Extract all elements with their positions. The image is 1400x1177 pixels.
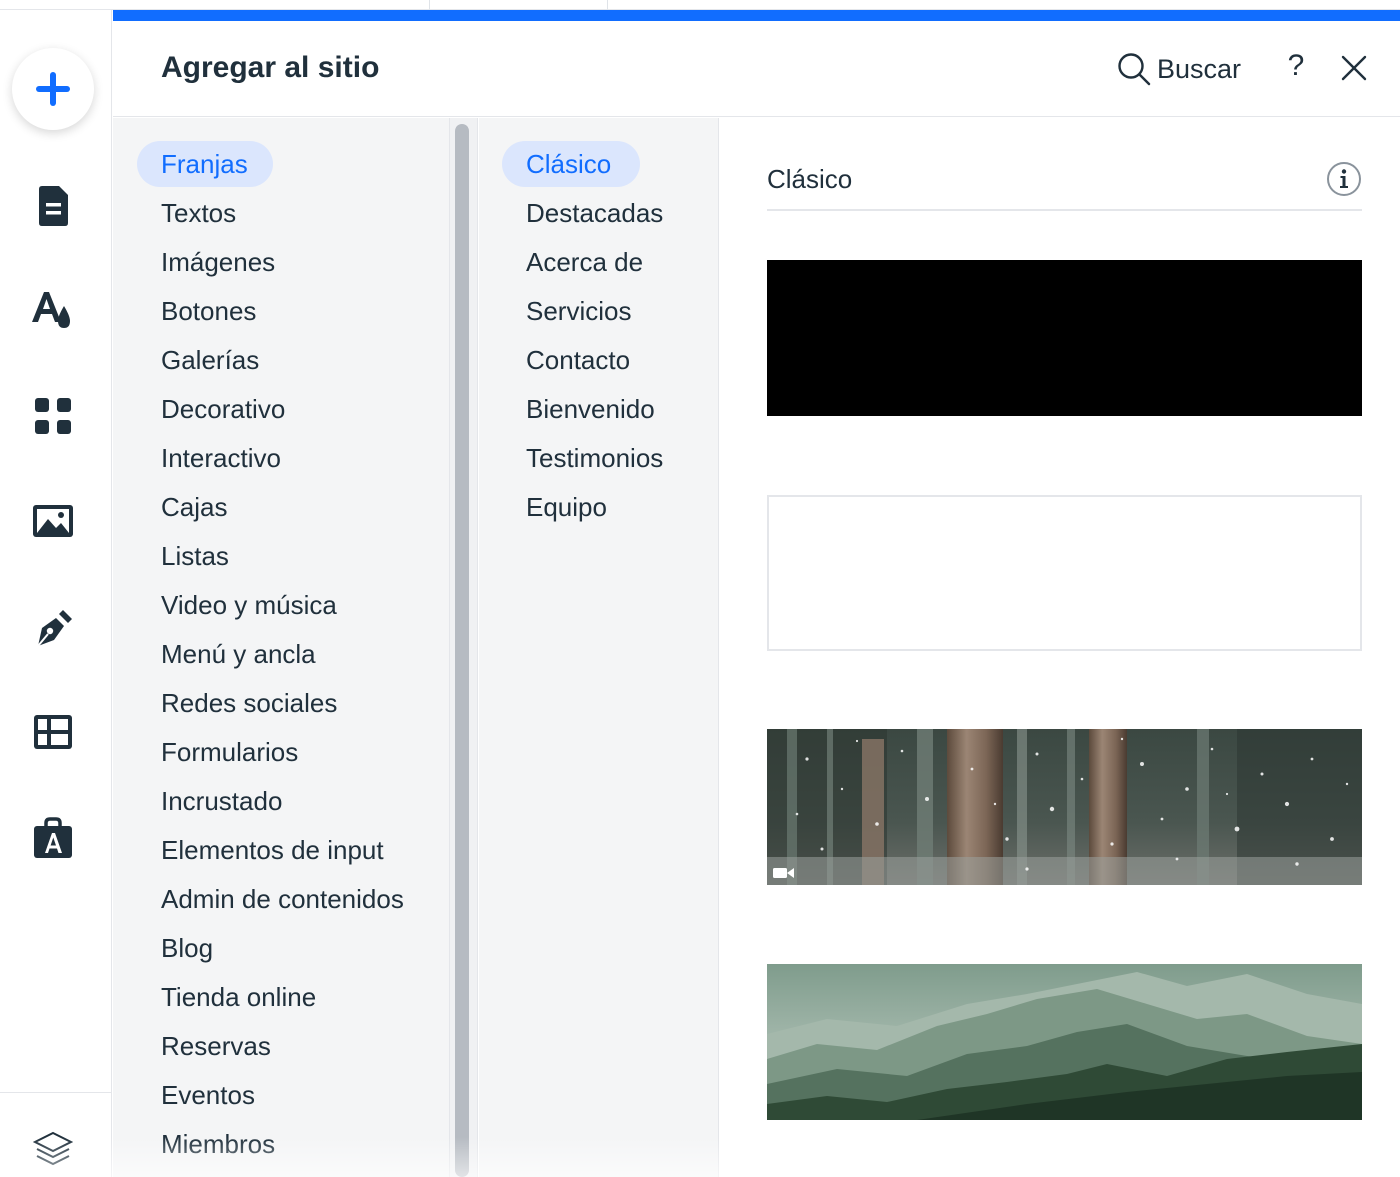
- close-icon[interactable]: [1341, 55, 1367, 81]
- category-item-incrustado[interactable]: Incrustado: [161, 786, 282, 817]
- category-item-decorativo[interactable]: Decorativo: [161, 394, 285, 425]
- panel-title: Agregar al sitio: [161, 51, 380, 84]
- category-item-admin-contenidos[interactable]: Admin de contenidos: [161, 884, 404, 915]
- category-list: Franjas Textos Imágenes Botones Galerías…: [113, 118, 449, 1177]
- category-item-reservas[interactable]: Reservas: [161, 1031, 271, 1062]
- subcategory-item-acerca-de[interactable]: Acerca de: [526, 247, 643, 278]
- snowy-forest-image: [767, 729, 1362, 885]
- category-item-menu-ancla[interactable]: Menú y ancla: [161, 639, 316, 670]
- toolbar-separator: [607, 0, 608, 10]
- theme-icon[interactable]: [28, 285, 78, 335]
- info-icon[interactable]: [1326, 161, 1362, 197]
- panel-header: Agregar al sitio Buscar ?: [113, 21, 1400, 117]
- add-panel: Agregar al sitio Buscar ? Franjas Textos…: [113, 21, 1400, 1177]
- subcategory-item-contacto[interactable]: Contacto: [526, 345, 630, 376]
- preview-title-divider: [767, 209, 1362, 211]
- pen-tool-icon[interactable]: [28, 602, 78, 652]
- green-mountains-image: [767, 964, 1362, 1120]
- subcategory-item-servicios[interactable]: Servicios: [526, 296, 631, 327]
- category-item-miembros[interactable]: Miembros: [161, 1129, 275, 1160]
- subcategory-item-bienvenido[interactable]: Bienvenido: [526, 394, 655, 425]
- category-item-botones[interactable]: Botones: [161, 296, 256, 327]
- category-item-formularios[interactable]: Formularios: [161, 737, 298, 768]
- app-market-icon[interactable]: [28, 813, 78, 863]
- category-item-galerias[interactable]: Galerías: [161, 345, 259, 376]
- category-item-textos[interactable]: Textos: [161, 198, 236, 229]
- layers-icon[interactable]: [28, 1125, 78, 1175]
- category-item-interactivo[interactable]: Interactivo: [161, 443, 281, 474]
- preview-section-title: Clásico: [767, 164, 853, 194]
- subcategory-list: Clásico Destacadas Acerca de Servicios C…: [479, 118, 719, 1177]
- category-item-elementos-input[interactable]: Elementos de input: [161, 835, 384, 866]
- subcategory-item-clasico[interactable]: Clásico: [526, 149, 611, 180]
- strip-preset-snowy-forest-video[interactable]: [767, 729, 1362, 885]
- plus-icon: [36, 72, 70, 106]
- subcategory-item-destacadas[interactable]: Destacadas: [526, 198, 663, 229]
- category-item-franjas[interactable]: Franjas: [161, 149, 248, 180]
- toolbar-separator: [429, 0, 430, 10]
- search-label: Buscar: [1157, 53, 1242, 84]
- category-item-video-musica[interactable]: Video y música: [161, 590, 337, 621]
- panel-accent-bar: [113, 10, 1400, 21]
- subcategory-item-testimonios[interactable]: Testimonios: [526, 443, 663, 474]
- category-scrollbar-thumb[interactable]: [455, 124, 469, 1177]
- strip-preset-black[interactable]: [767, 260, 1362, 416]
- table-icon[interactable]: [28, 707, 78, 757]
- preview-area: Clásico: [720, 118, 1400, 1177]
- left-rail: [0, 10, 112, 1177]
- strip-preset-green-mountains[interactable]: [767, 964, 1362, 1120]
- subcategory-item-equipo[interactable]: Equipo: [526, 492, 607, 523]
- category-item-blog[interactable]: Blog: [161, 933, 213, 964]
- rail-divider: [0, 1092, 112, 1093]
- category-item-eventos[interactable]: Eventos: [161, 1080, 255, 1111]
- category-item-imagenes[interactable]: Imágenes: [161, 247, 275, 278]
- strip-preset-white[interactable]: [767, 495, 1362, 651]
- search-icon: [1118, 53, 1151, 86]
- category-item-tienda-online[interactable]: Tienda online: [161, 982, 316, 1013]
- category-item-redes-sociales[interactable]: Redes sociales: [161, 688, 337, 719]
- pages-icon[interactable]: [28, 181, 78, 231]
- help-button[interactable]: ?: [1281, 49, 1311, 83]
- category-item-listas[interactable]: Listas: [161, 541, 229, 572]
- search-button[interactable]: Buscar: [1117, 49, 1241, 89]
- top-toolbar-strip: [0, 0, 1400, 10]
- add-elements-button[interactable]: [12, 48, 94, 130]
- category-item-cajas[interactable]: Cajas: [161, 492, 227, 523]
- media-icon[interactable]: [28, 496, 78, 546]
- apps-icon[interactable]: [28, 391, 78, 441]
